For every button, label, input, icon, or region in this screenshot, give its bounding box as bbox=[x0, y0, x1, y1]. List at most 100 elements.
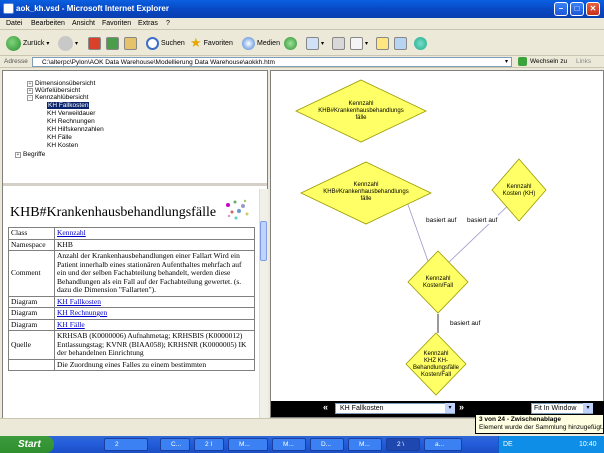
chevron-down-icon[interactable]: ▾ bbox=[583, 403, 593, 413]
menu-extras[interactable]: Extras bbox=[138, 20, 158, 27]
previous-page-button[interactable]: « bbox=[323, 402, 328, 412]
edit-button[interactable]: ▾ bbox=[350, 34, 368, 52]
taskbar-item[interactable]: 2 I bbox=[194, 438, 224, 451]
back-arrow-icon bbox=[6, 35, 21, 51]
menu-datei[interactable]: Datei bbox=[6, 20, 22, 27]
node-label: Kosten/Fall bbox=[423, 283, 453, 289]
tree-item-kh-rechnungen[interactable]: KH Rechnungen bbox=[47, 118, 95, 125]
diamond-node-kosten-fall[interactable] bbox=[407, 250, 469, 314]
tree-item-kh-kosten[interactable]: KH Kosten bbox=[47, 142, 78, 149]
expand-icon[interactable]: + bbox=[27, 81, 33, 87]
chevron-down-icon[interactable]: ▾ bbox=[445, 403, 455, 413]
clipboard-notification[interactable]: 3 von 24 - Zwischenablage Element wurde … bbox=[475, 414, 604, 434]
messenger-button[interactable] bbox=[394, 34, 407, 52]
collapse-icon[interactable]: - bbox=[27, 95, 33, 101]
tree-item-kh-faelle[interactable]: KH Fälle bbox=[47, 134, 72, 141]
taskbar-item[interactable]: M... bbox=[348, 438, 382, 451]
print-button[interactable] bbox=[332, 34, 345, 52]
go-arrow-icon[interactable] bbox=[518, 57, 527, 66]
tree-item-kennzahluebersicht[interactable]: Kennzahlübersicht bbox=[35, 94, 88, 101]
research-button[interactable] bbox=[414, 34, 427, 52]
taskbar-item[interactable]: 2 bbox=[104, 438, 148, 451]
diagram-link[interactable]: KH Fallkosten bbox=[57, 297, 101, 306]
title-bar: aok_kh.vsd - Microsoft Internet Explorer… bbox=[0, 0, 604, 18]
clock[interactable]: 10:40 bbox=[579, 436, 597, 453]
refresh-icon bbox=[106, 36, 119, 50]
scrollbar-thumb[interactable] bbox=[260, 221, 267, 261]
printer-icon bbox=[332, 36, 345, 50]
mail-icon bbox=[306, 36, 319, 50]
tree-item-wuerfeluebersicht[interactable]: Würfelübersicht bbox=[35, 87, 80, 94]
tree-item-dimensionsuebersicht[interactable]: Dimensionsübersicht bbox=[35, 80, 95, 87]
table-row: Die Zuordnung eines Falles zu einem best… bbox=[8, 358, 255, 371]
forward-arrow-icon bbox=[58, 35, 73, 51]
menu-help[interactable]: ? bbox=[166, 20, 170, 27]
taskbar-item[interactable]: M... bbox=[228, 438, 268, 451]
table-row: Quelle KRHSAB (K0000006) Aufnahmetag; KRH… bbox=[8, 330, 255, 360]
table-row: Comment Anzahl der Krankenhausbehandlunge… bbox=[8, 250, 255, 297]
mail-button[interactable]: ▾ bbox=[306, 34, 324, 52]
diamond-node-kosten-kh[interactable] bbox=[491, 158, 547, 222]
table-row: Class Kennzahl bbox=[8, 227, 255, 240]
taskbar-item[interactable]: a... bbox=[424, 438, 462, 451]
menu-favoriten[interactable]: Favoriten bbox=[102, 20, 131, 27]
address-dropdown-icon[interactable]: ▾ bbox=[505, 58, 508, 65]
favorites-button[interactable]: ★ Favoriten bbox=[190, 34, 233, 52]
row-value: Anzahl der Krankenhausbehandlungen einer… bbox=[54, 250, 255, 297]
start-button[interactable]: Start bbox=[0, 436, 54, 453]
table-row: Diagram KH Fälle bbox=[8, 318, 255, 331]
edge-label: basiert auf bbox=[450, 320, 481, 327]
search-button[interactable]: Suchen bbox=[146, 34, 185, 52]
node-label: Behandlungsfälle bbox=[413, 365, 460, 371]
row-key: Class bbox=[8, 227, 55, 240]
tree-item-kh-hilfskennzahlen[interactable]: KH Hilfskennzahlen bbox=[47, 126, 104, 133]
row-value: KH Fälle bbox=[54, 318, 255, 331]
expand-icon[interactable]: + bbox=[15, 152, 21, 158]
taskbar-item[interactable]: M... bbox=[272, 438, 306, 451]
row-key bbox=[8, 358, 55, 371]
search-icon bbox=[146, 36, 159, 50]
address-input[interactable]: C:\alterpc\Pylon\AOK Data Warehouse\Mode… bbox=[32, 57, 512, 67]
close-button[interactable]: ✕ bbox=[586, 2, 600, 16]
menu-ansicht[interactable]: Ansicht bbox=[72, 20, 95, 27]
row-value: KRHSAB (K0000006) Aufnahmetag; KRHSBIS (… bbox=[54, 330, 255, 360]
history-button[interactable] bbox=[284, 34, 297, 52]
row-value: KH Fallkosten bbox=[54, 295, 255, 308]
table-row: Diagram KH Rechnungen bbox=[8, 307, 255, 320]
media-button[interactable]: Medien bbox=[242, 34, 280, 52]
forward-button[interactable]: ▾ bbox=[58, 34, 78, 52]
minimize-button[interactable]: – bbox=[554, 2, 568, 16]
next-page-button[interactable]: » bbox=[459, 402, 464, 412]
node-label: fälle bbox=[360, 196, 372, 202]
page-select[interactable]: KH Fallkosten bbox=[335, 403, 455, 414]
refresh-button[interactable] bbox=[106, 34, 119, 52]
discuss-button[interactable] bbox=[376, 34, 389, 52]
home-button[interactable] bbox=[124, 34, 137, 52]
tree-item-kh-fallkosten[interactable]: KH Fallkosten bbox=[47, 102, 90, 109]
address-label: Adresse bbox=[4, 58, 28, 65]
links-button[interactable]: Links bbox=[576, 58, 591, 65]
go-button[interactable]: Wechseln zu bbox=[530, 58, 567, 65]
diamond-node-khz-kosten-fall[interactable] bbox=[405, 332, 467, 396]
tree-item-kh-verweildauer[interactable]: KH Verweildauer bbox=[47, 110, 95, 117]
language-indicator[interactable]: DE bbox=[503, 436, 513, 453]
row-value: Die Zuordnung eines Falles zu einem best… bbox=[54, 358, 255, 371]
expand-icon[interactable]: + bbox=[27, 88, 33, 94]
left-pane: + Dimensionsübersicht + Würfelübersicht … bbox=[2, 70, 268, 419]
maximize-button[interactable]: □ bbox=[570, 2, 584, 16]
node-label: fälle bbox=[355, 115, 367, 121]
navigation-tree: + Dimensionsübersicht + Würfelübersicht … bbox=[3, 71, 267, 186]
taskbar-item[interactable]: 2 \ bbox=[386, 438, 420, 451]
taskbar-item[interactable]: D... bbox=[310, 438, 344, 451]
stop-button[interactable] bbox=[88, 34, 101, 52]
clipboard-title: 3 von 24 - Zwischenablage bbox=[479, 416, 561, 423]
diagram-link[interactable]: KH Rechnungen bbox=[57, 308, 107, 317]
diagram-link[interactable]: KH Fälle bbox=[57, 320, 85, 329]
class-link[interactable]: Kennzahl bbox=[57, 228, 86, 237]
node-label: Kennzahl bbox=[353, 182, 378, 188]
menu-bearbeiten[interactable]: Bearbeiten bbox=[31, 20, 65, 27]
taskbar-item[interactable]: C... bbox=[160, 438, 190, 451]
back-button[interactable]: Zurück ▾ bbox=[6, 34, 49, 52]
tree-item-begriffe[interactable]: Begriffe bbox=[23, 151, 45, 158]
ie-app-icon bbox=[3, 3, 14, 14]
